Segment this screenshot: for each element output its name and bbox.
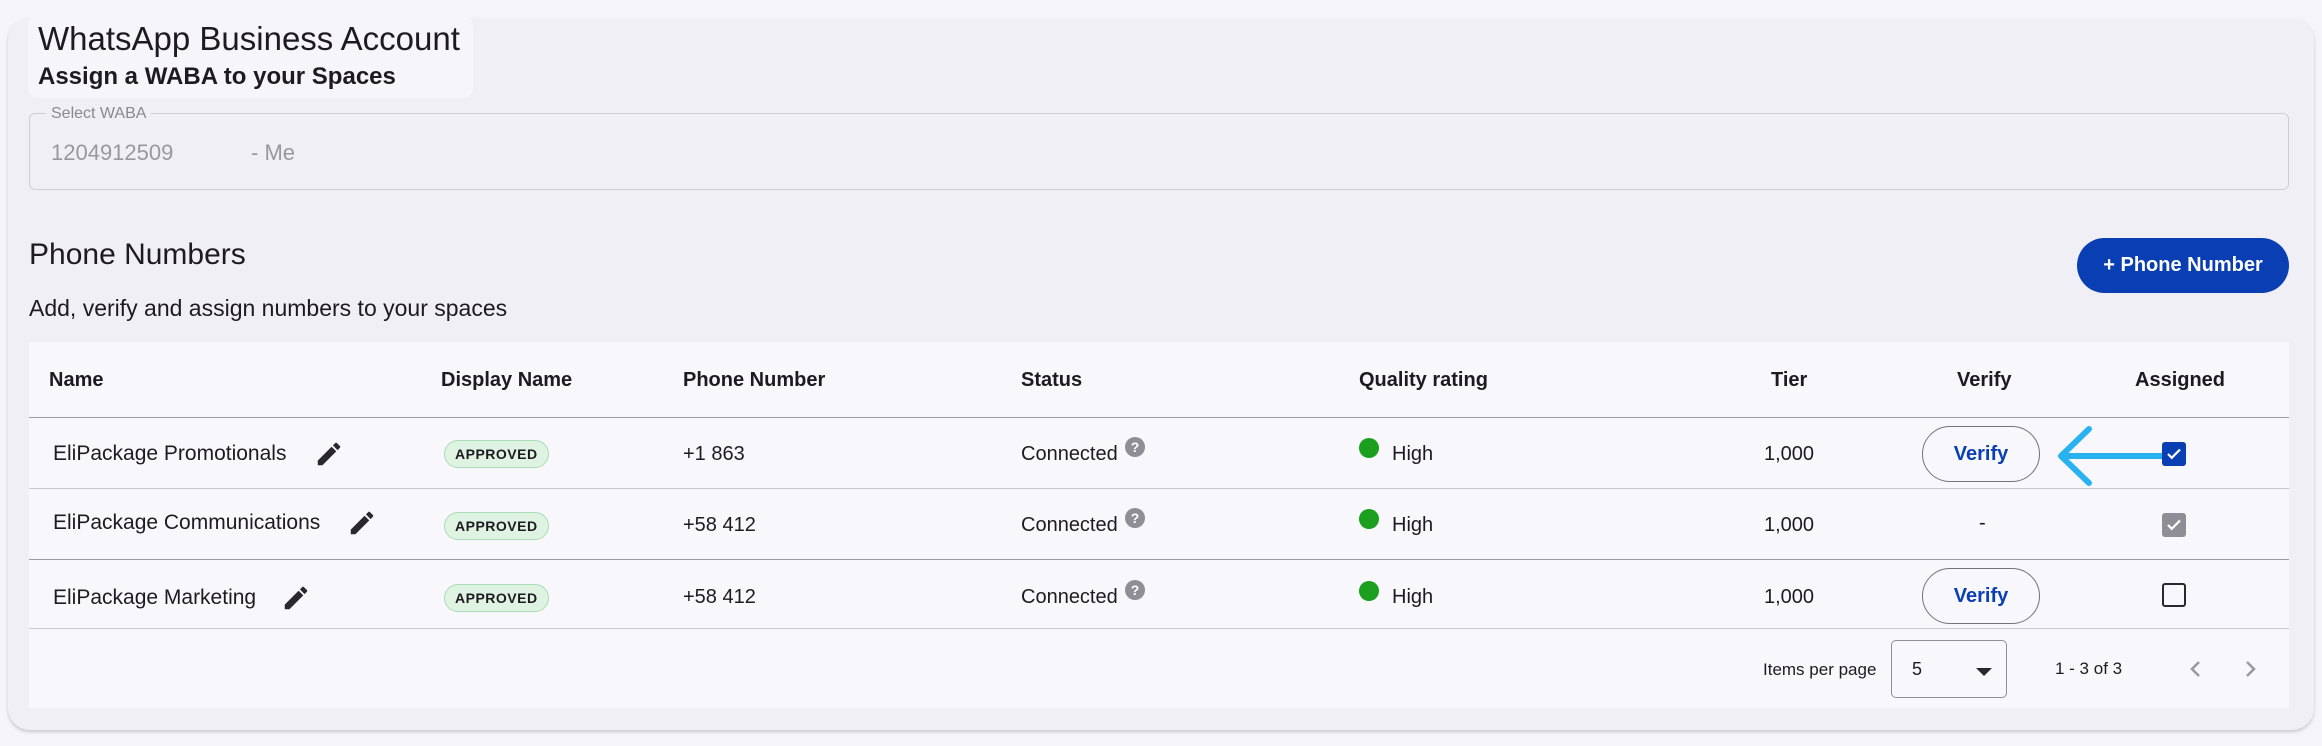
row-divider — [29, 628, 2289, 629]
row-phone-number: +58 412 — [683, 586, 756, 608]
column-header-status[interactable]: Status — [1021, 369, 1082, 392]
status-dot-icon — [1359, 438, 1379, 458]
row-status: Connected — [1021, 443, 1118, 465]
status-dot-icon — [1359, 509, 1379, 529]
column-header-verify: Verify — [1957, 369, 2012, 391]
row-divider — [29, 488, 2289, 489]
items-per-page-label: Items per page — [1763, 660, 1877, 679]
row-tier: 1,000 — [1764, 514, 1815, 536]
add-phone-number-button[interactable]: + Phone Number — [2077, 238, 2289, 293]
row-tier: 1,000 — [1764, 586, 1815, 608]
items-per-page-value: 5 — [1912, 659, 1923, 679]
waba-select[interactable] — [29, 113, 2289, 190]
row-tier: 1,000 — [1764, 443, 1815, 465]
status-badge: APPROVED — [444, 440, 549, 468]
verify-button[interactable]: Verify — [1922, 568, 2040, 624]
help-icon[interactable]: ? — [1125, 437, 1145, 457]
edit-icon[interactable] — [281, 583, 311, 613]
row-name: EliPackage Marketing — [53, 586, 257, 609]
column-header-tier[interactable]: Tier — [1771, 369, 1807, 392]
waba-select-label: Select WABA — [46, 105, 152, 123]
assigned-checkbox — [2162, 513, 2186, 537]
edit-icon[interactable] — [347, 508, 377, 538]
waba-select-id: 1204912509 — [51, 140, 174, 165]
status-badge: APPROVED — [444, 512, 549, 540]
column-header-quality-rating[interactable]: Quality rating — [1359, 369, 1488, 392]
row-quality-rating: High — [1392, 514, 1434, 536]
page-title: WhatsApp Business Account — [38, 20, 460, 57]
page-range-label: 1 - 3 of 3 — [2055, 659, 2123, 678]
checkmark-icon — [2167, 448, 2181, 460]
row-quality-rating: High — [1392, 443, 1434, 465]
row-quality-rating: High — [1392, 586, 1434, 608]
page-subtitle: Assign a WABA to your Spaces — [38, 63, 396, 90]
checkmark-icon — [2167, 519, 2181, 531]
row-status: Connected — [1021, 514, 1118, 536]
row-name: EliPackage Promotionals — [53, 442, 287, 465]
row-phone-number: +1 863 — [683, 443, 745, 465]
chevron-left-icon[interactable] — [2184, 657, 2208, 681]
column-header-phone-number[interactable]: Phone Number — [683, 369, 825, 392]
column-header-name[interactable]: Name — [49, 369, 103, 392]
chevron-right-icon[interactable] — [2238, 657, 2262, 681]
status-dot-icon — [1359, 581, 1379, 601]
status-badge: APPROVED — [444, 584, 549, 612]
column-header-assigned: Assigned — [2135, 369, 2226, 391]
items-per-page-select[interactable]: 5 — [1891, 640, 2007, 698]
edit-icon[interactable] — [314, 439, 344, 469]
phone-numbers-title: Phone Numbers — [29, 238, 246, 271]
row-divider — [29, 559, 2289, 560]
row-verify-placeholder: - — [1979, 512, 1986, 534]
row-phone-number: +58 412 — [683, 514, 756, 536]
help-icon[interactable]: ? — [1125, 580, 1145, 600]
column-header-display-name[interactable]: Display Name — [441, 369, 572, 392]
waba-select-owner: - Me — [251, 140, 295, 165]
assigned-checkbox[interactable] — [2162, 442, 2186, 466]
row-status: Connected — [1021, 586, 1118, 608]
dropdown-arrow-icon — [1976, 668, 1992, 676]
row-name: EliPackage Communications — [53, 511, 321, 534]
help-icon[interactable]: ? — [1125, 508, 1145, 528]
verify-button[interactable]: Verify — [1922, 426, 2040, 482]
assigned-checkbox[interactable] — [2162, 583, 2186, 607]
phone-numbers-table: Name Display Name Phone Number Status Qu… — [29, 342, 2289, 708]
header-divider — [29, 417, 2289, 418]
phone-numbers-subtitle: Add, verify and assign numbers to your s… — [29, 295, 508, 321]
